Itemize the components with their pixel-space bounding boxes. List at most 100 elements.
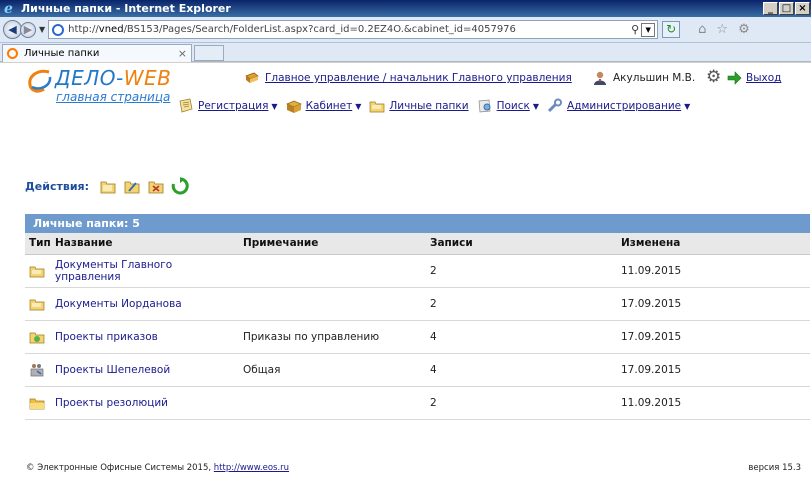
folder-name-link[interactable]: Проекты резолюций bbox=[55, 397, 168, 409]
chevron-down-icon: ▼ bbox=[271, 101, 278, 111]
search-icon[interactable]: ⚲ bbox=[631, 23, 639, 36]
ie-logo-icon: e bbox=[4, 0, 13, 17]
menu-label-registration: Регистрация bbox=[198, 100, 269, 112]
user-icon bbox=[594, 71, 606, 85]
folder-name-link[interactable]: Документы Главного управления bbox=[55, 259, 172, 283]
footer-link[interactable]: http://www.eos.ru bbox=[214, 463, 289, 473]
tab-close-icon[interactable]: × bbox=[178, 47, 187, 60]
logout-link[interactable]: Выход bbox=[746, 72, 781, 84]
new-folder-icon[interactable] bbox=[99, 177, 117, 195]
folder-records: 2 bbox=[426, 386, 617, 420]
folder-name-link[interactable]: Документы Иорданова bbox=[55, 298, 182, 310]
url-text[interactable]: http://vned/BS153/Pages/Search/FolderLis… bbox=[68, 24, 629, 35]
menu-label-personal-folders: Личные папки bbox=[389, 100, 469, 112]
table-row[interactable]: Документы Иорданова 2 17.09.2015 bbox=[25, 287, 810, 321]
folder-note: Приказы по управлению bbox=[239, 320, 426, 354]
forward-button[interactable]: ▶ bbox=[20, 21, 36, 38]
refresh-list-icon[interactable] bbox=[171, 177, 189, 195]
menu-item-personal-folders[interactable]: Личные папки bbox=[369, 98, 469, 114]
column-header-name[interactable]: Название bbox=[51, 233, 239, 255]
minimize-button[interactable]: _ bbox=[763, 2, 778, 15]
folder-records: 2 bbox=[426, 254, 617, 288]
chevron-down-icon: ▼ bbox=[355, 101, 362, 111]
column-header-type[interactable]: Тип bbox=[25, 233, 51, 255]
menu-item-cabinet[interactable]: Кабинет ▼ bbox=[285, 98, 362, 114]
folder-icon bbox=[29, 299, 45, 310]
footer-copyright: © Электронные Офисные Системы 2015, bbox=[26, 463, 214, 473]
folders-table: Тип Название Примечание Записи Изменена … bbox=[25, 233, 810, 420]
table-row[interactable]: Проекты резолюций 2 11.09.2015 bbox=[25, 386, 810, 420]
delete-folder-icon[interactable] bbox=[147, 177, 165, 195]
window-title: Личные папки - Internet Explorer bbox=[21, 2, 231, 15]
folder-changed: 11.09.2015 bbox=[617, 386, 810, 420]
folder-changed: 11.09.2015 bbox=[617, 254, 810, 288]
folder-name-link[interactable]: Проекты приказов bbox=[55, 331, 158, 343]
version-label: версия 15.3 bbox=[748, 463, 801, 473]
address-bar: ◀ ▶ ▼ http://vned/BS153/Pages/Search/Fol… bbox=[0, 17, 811, 43]
table-header-row: Тип Название Примечание Записи Изменена bbox=[25, 233, 810, 255]
page-icon bbox=[52, 23, 65, 36]
folder-records: 4 bbox=[426, 353, 617, 387]
actions-bar: Действия: bbox=[25, 177, 195, 195]
history-dropdown-icon[interactable]: ▼ bbox=[39, 25, 45, 34]
home-link[interactable]: главная страница bbox=[56, 90, 170, 104]
column-header-note[interactable]: Примечание bbox=[239, 233, 426, 255]
folder-note bbox=[239, 254, 426, 288]
shared-folder-icon bbox=[30, 363, 44, 376]
main-menu: Регистрация ▼ Кабинет ▼ Личные папки Пои… bbox=[178, 98, 698, 114]
menu-label-admin: Администрирование bbox=[567, 100, 682, 112]
refresh-button[interactable]: ↻ bbox=[662, 21, 681, 38]
home-icon[interactable]: ⌂ bbox=[698, 22, 706, 37]
folder-note: Общая bbox=[239, 353, 426, 387]
settings-gear-icon[interactable]: ⚙ bbox=[706, 67, 721, 87]
folder-name-link[interactable]: Проекты Шепелевой bbox=[55, 364, 170, 376]
tab-personal-folders[interactable]: Личные папки × bbox=[2, 44, 192, 62]
folder-icon bbox=[29, 266, 45, 277]
cabinet-icon bbox=[285, 100, 302, 113]
folder-yellow-icon bbox=[29, 398, 45, 409]
address-dropdown-icon[interactable]: ▼ bbox=[641, 22, 656, 37]
tab-bar: Личные папки × bbox=[0, 43, 811, 62]
folder-green-icon bbox=[29, 332, 45, 343]
favorites-icon[interactable]: ☆ bbox=[716, 22, 728, 37]
register-icon bbox=[179, 98, 193, 113]
url-field[interactable]: http://vned/BS153/Pages/Search/FolderLis… bbox=[48, 20, 659, 39]
folder-changed: 17.09.2015 bbox=[617, 287, 810, 321]
logo-brand: ДЕЛО-WEB bbox=[55, 66, 172, 90]
folders-grid: Личные папки: 5 Тип Название Примечание … bbox=[25, 214, 810, 420]
maximize-button[interactable]: □ bbox=[779, 2, 794, 15]
admin-icon bbox=[547, 98, 563, 113]
edit-folder-icon[interactable] bbox=[123, 177, 141, 195]
settings-icon[interactable]: ⚙ bbox=[738, 22, 750, 37]
menu-item-search[interactable]: Поиск ▼ bbox=[477, 98, 539, 114]
grid-title: Личные папки: 5 bbox=[25, 214, 810, 233]
search-icon bbox=[478, 99, 491, 113]
logo-mark-icon bbox=[28, 69, 52, 93]
menu-label-cabinet: Кабинет bbox=[305, 100, 353, 112]
new-tab-button[interactable] bbox=[194, 45, 224, 61]
user-name: Акульшин М.В. bbox=[613, 72, 696, 84]
chevron-down-icon: ▼ bbox=[684, 101, 691, 111]
ie-tab-icon bbox=[7, 48, 18, 59]
folder-changed: 17.09.2015 bbox=[617, 320, 810, 354]
close-button[interactable]: × bbox=[795, 2, 810, 15]
table-row[interactable]: Проекты Шепелевой Общая 4 17.09.2015 bbox=[25, 353, 810, 387]
table-row[interactable]: Документы Главного управления 2 11.09.20… bbox=[25, 254, 810, 288]
menu-item-registration[interactable]: Регистрация ▼ bbox=[178, 98, 278, 114]
folder-note bbox=[239, 386, 426, 420]
folders-icon bbox=[370, 101, 385, 113]
logout-arrow-icon bbox=[727, 71, 742, 85]
column-header-records[interactable]: Записи bbox=[426, 233, 617, 255]
user-block: Акульшин М.В. bbox=[592, 70, 695, 86]
department-icon bbox=[245, 72, 259, 83]
folder-records: 2 bbox=[426, 287, 617, 321]
tab-label: Личные папки bbox=[24, 48, 100, 59]
department-block: Главное управление / начальник Главного … bbox=[244, 70, 572, 86]
table-row[interactable]: Проекты приказов Приказы по управлению 4… bbox=[25, 320, 810, 354]
actions-label: Действия: bbox=[25, 179, 89, 193]
column-header-changed[interactable]: Изменена bbox=[617, 233, 810, 255]
menu-item-admin[interactable]: Администрирование ▼ bbox=[547, 98, 690, 114]
department-link[interactable]: Главное управление / начальник Главного … bbox=[265, 72, 572, 84]
logout-block[interactable]: Выход bbox=[726, 70, 781, 86]
window-titlebar: e Личные папки - Internet Explorer _ □ × bbox=[0, 0, 811, 17]
